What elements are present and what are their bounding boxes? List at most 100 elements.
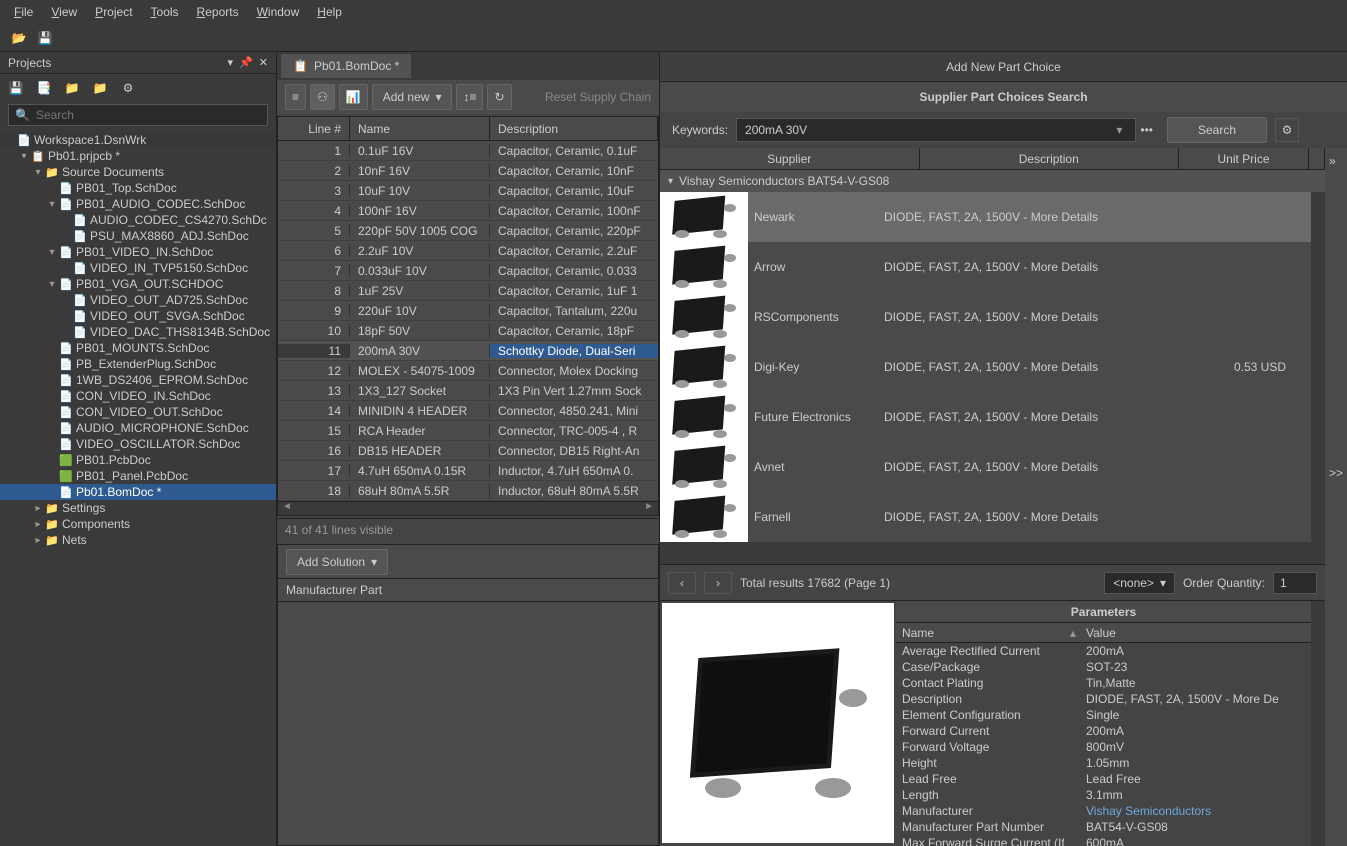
bom-row[interactable]: 310uF 10VCapacitor, Ceramic, 10uF bbox=[278, 181, 658, 201]
panel-pin-icon[interactable]: 📌 bbox=[239, 56, 253, 69]
bom-col-desc[interactable]: Description bbox=[490, 117, 658, 140]
tree-expand-icon[interactable]: ▸ bbox=[32, 519, 44, 530]
search-settings-button[interactable]: ⚙ bbox=[1275, 118, 1299, 142]
reset-supply-chain-link[interactable]: Reset Supply Chain bbox=[545, 90, 651, 104]
tree-item[interactable]: 🟩PB01.PcbDoc bbox=[0, 452, 276, 468]
tree-item[interactable]: 📄Pb01.BomDoc * bbox=[0, 484, 276, 500]
panel-close-icon[interactable]: ✕ bbox=[259, 56, 268, 69]
view-tree-button[interactable]: ⚇ bbox=[310, 84, 335, 110]
keywords-more-icon[interactable]: ••• bbox=[1134, 123, 1159, 137]
params-v-scrollbar[interactable] bbox=[1311, 601, 1325, 846]
supplier-row[interactable]: RSComponentsDIODE, FAST, 2A, 1500V - Mor… bbox=[660, 292, 1325, 342]
col-description[interactable]: Description bbox=[920, 148, 1180, 169]
projects-search[interactable]: 🔍 bbox=[8, 104, 268, 126]
bom-row[interactable]: 81uF 25VCapacitor, Ceramic, 1uF 1 bbox=[278, 281, 658, 301]
bom-row[interactable]: 16DB15 HEADERConnector, DB15 Right-An bbox=[278, 441, 658, 461]
bom-row[interactable]: 4100nF 16VCapacitor, Ceramic, 100nF bbox=[278, 201, 658, 221]
document-tab[interactable]: 📋 Pb01.BomDoc * bbox=[281, 54, 411, 78]
results-v-scrollbar[interactable] bbox=[1311, 192, 1325, 564]
col-supplier[interactable]: Supplier bbox=[660, 148, 920, 169]
expand-top-icon[interactable]: » bbox=[1329, 154, 1336, 168]
bom-row[interactable]: 14MINIDIN 4 HEADERConnector, 4850.241, M… bbox=[278, 401, 658, 421]
tree-item[interactable]: ▾📋Pb01.prjpcb * bbox=[0, 148, 276, 164]
col-unit-price[interactable]: Unit Price bbox=[1179, 148, 1309, 169]
panel-menu-icon[interactable]: ▾ bbox=[228, 56, 234, 69]
folder-add-icon[interactable]: 📁 bbox=[92, 80, 108, 96]
view-list-button[interactable]: ≡ bbox=[285, 84, 306, 110]
param-col-value[interactable]: Value bbox=[1080, 623, 1311, 642]
bom-row[interactable]: 174.7uH 650mA 0.15RInductor, 4.7uH 650mA… bbox=[278, 461, 658, 481]
menu-project[interactable]: Project bbox=[87, 3, 140, 21]
open-icon[interactable]: 📂 bbox=[10, 29, 28, 47]
expand-mid-icon[interactable]: >> bbox=[1329, 466, 1343, 480]
tree-item[interactable]: 📄VIDEO_OUT_SVGA.SchDoc bbox=[0, 308, 276, 324]
keywords-dropdown-icon[interactable]: ▾ bbox=[1116, 123, 1122, 137]
tree-item[interactable]: 📄Workspace1.DsnWrk bbox=[0, 132, 276, 148]
tree-expand-icon[interactable]: ▾ bbox=[46, 279, 58, 290]
add-solution-button[interactable]: Add Solution▾ bbox=[286, 549, 388, 575]
folder-icon[interactable]: 📁 bbox=[64, 80, 80, 96]
bom-row[interactable]: 10.1uF 16VCapacitor, Ceramic, 0.1uF bbox=[278, 141, 658, 161]
tree-item[interactable]: ▾📁Source Documents bbox=[0, 164, 276, 180]
add-new-button[interactable]: Add new▾ bbox=[372, 84, 453, 110]
bom-row[interactable]: 12MOLEX - 54075-1009Connector, Molex Doc… bbox=[278, 361, 658, 381]
tree-item[interactable]: ▾📄PB01_VGA_OUT.SCHDOC bbox=[0, 276, 276, 292]
param-col-name[interactable]: Name bbox=[896, 623, 1064, 642]
menu-file[interactable]: File bbox=[6, 3, 41, 21]
tree-item[interactable]: 📄PB01_MOUNTS.SchDoc bbox=[0, 340, 276, 356]
pager-next-button[interactable]: › bbox=[704, 572, 732, 594]
tree-item[interactable]: 📄PSU_MAX8860_ADJ.SchDoc bbox=[0, 228, 276, 244]
projects-search-input[interactable] bbox=[36, 108, 261, 122]
bom-col-name[interactable]: Name bbox=[350, 117, 490, 140]
results-group-row[interactable]: ▾ Vishay Semiconductors BAT54-V-GS08 bbox=[660, 170, 1325, 192]
bom-row[interactable]: 5220pF 50V 1005 COGCapacitor, Ceramic, 2… bbox=[278, 221, 658, 241]
bom-row[interactable]: 70.033uF 10VCapacitor, Ceramic, 0.033 bbox=[278, 261, 658, 281]
bom-h-scrollbar[interactable] bbox=[278, 501, 658, 515]
refresh-button[interactable]: ↻ bbox=[487, 84, 511, 110]
bom-row[interactable]: 210nF 16VCapacitor, Ceramic, 10nF bbox=[278, 161, 658, 181]
view-chart-button[interactable]: 📊 bbox=[339, 84, 368, 110]
tree-item[interactable]: 📄PB01_Top.SchDoc bbox=[0, 180, 276, 196]
bom-row[interactable]: 62.2uF 10VCapacitor, Ceramic, 2.2uF bbox=[278, 241, 658, 261]
supplier-row[interactable]: FarnellDIODE, FAST, 2A, 1500V - More Det… bbox=[660, 492, 1325, 542]
bom-row[interactable]: 1868uH 80mA 5.5RInductor, 68uH 80mA 5.5R bbox=[278, 481, 658, 501]
bookmark-tab[interactable] bbox=[1307, 118, 1335, 142]
tree-item[interactable]: 📄1WB_DS2406_EPROM.SchDoc bbox=[0, 372, 276, 388]
bom-col-line[interactable]: Line # bbox=[278, 117, 350, 140]
supplier-row[interactable]: Digi-KeyDIODE, FAST, 2A, 1500V - More De… bbox=[660, 342, 1325, 392]
tree-expand-icon[interactable]: ▾ bbox=[18, 151, 30, 162]
tree-expand-icon[interactable]: ▾ bbox=[32, 167, 44, 178]
tree-item[interactable]: ▸📁Components bbox=[0, 516, 276, 532]
tree-expand-icon[interactable]: ▸ bbox=[32, 535, 44, 546]
supplier-row[interactable]: Future ElectronicsDIODE, FAST, 2A, 1500V… bbox=[660, 392, 1325, 442]
tree-item[interactable]: 📄CON_VIDEO_IN.SchDoc bbox=[0, 388, 276, 404]
tree-item[interactable]: 🟩PB01_Panel.PcbDoc bbox=[0, 468, 276, 484]
menu-view[interactable]: View bbox=[43, 3, 85, 21]
param-value[interactable]: Vishay Semiconductors bbox=[1080, 804, 1311, 818]
tree-item[interactable]: 📄CON_VIDEO_OUT.SchDoc bbox=[0, 404, 276, 420]
tree-item[interactable]: 📄VIDEO_IN_TVP5150.SchDoc bbox=[0, 260, 276, 276]
tree-item[interactable]: ▾📄PB01_AUDIO_CODEC.SchDoc bbox=[0, 196, 276, 212]
compile-icon[interactable]: 📑 bbox=[36, 80, 52, 96]
bom-row[interactable]: 9220uF 10VCapacitor, Tantalum, 220u bbox=[278, 301, 658, 321]
keywords-input[interactable] bbox=[736, 118, 1136, 142]
order-qty-input[interactable]: 1 bbox=[1273, 572, 1317, 594]
tree-item[interactable]: 📄AUDIO_CODEC_CS4270.SchDc bbox=[0, 212, 276, 228]
tree-item[interactable]: 📄VIDEO_DAC_THS8134B.SchDoc bbox=[0, 324, 276, 340]
supplier-row[interactable]: ArrowDIODE, FAST, 2A, 1500V - More Detai… bbox=[660, 242, 1325, 292]
tree-expand-icon[interactable]: ▾ bbox=[46, 247, 58, 258]
menu-window[interactable]: Window bbox=[249, 3, 308, 21]
menu-reports[interactable]: Reports bbox=[189, 3, 247, 21]
manufacturer-part-header[interactable]: Manufacturer Part bbox=[277, 578, 659, 602]
supplier-row[interactable]: NewarkDIODE, FAST, 2A, 1500V - More Deta… bbox=[660, 192, 1325, 242]
supplier-row[interactable]: AvnetDIODE, FAST, 2A, 1500V - More Detai… bbox=[660, 442, 1325, 492]
tree-item[interactable]: 📄AUDIO_MICROPHONE.SchDoc bbox=[0, 420, 276, 436]
tree-expand-icon[interactable]: ▾ bbox=[46, 199, 58, 210]
bom-row[interactable]: 15RCA HeaderConnector, TRC-005-4 , R bbox=[278, 421, 658, 441]
save-icon[interactable]: 💾 bbox=[8, 80, 24, 96]
search-button[interactable]: Search bbox=[1167, 117, 1267, 143]
tree-item[interactable]: ▸📁Settings bbox=[0, 500, 276, 516]
menu-help[interactable]: Help bbox=[309, 3, 350, 21]
tree-item[interactable]: 📄VIDEO_OSCILLATOR.SchDoc bbox=[0, 436, 276, 452]
group-collapse-icon[interactable]: ▾ bbox=[668, 176, 673, 187]
